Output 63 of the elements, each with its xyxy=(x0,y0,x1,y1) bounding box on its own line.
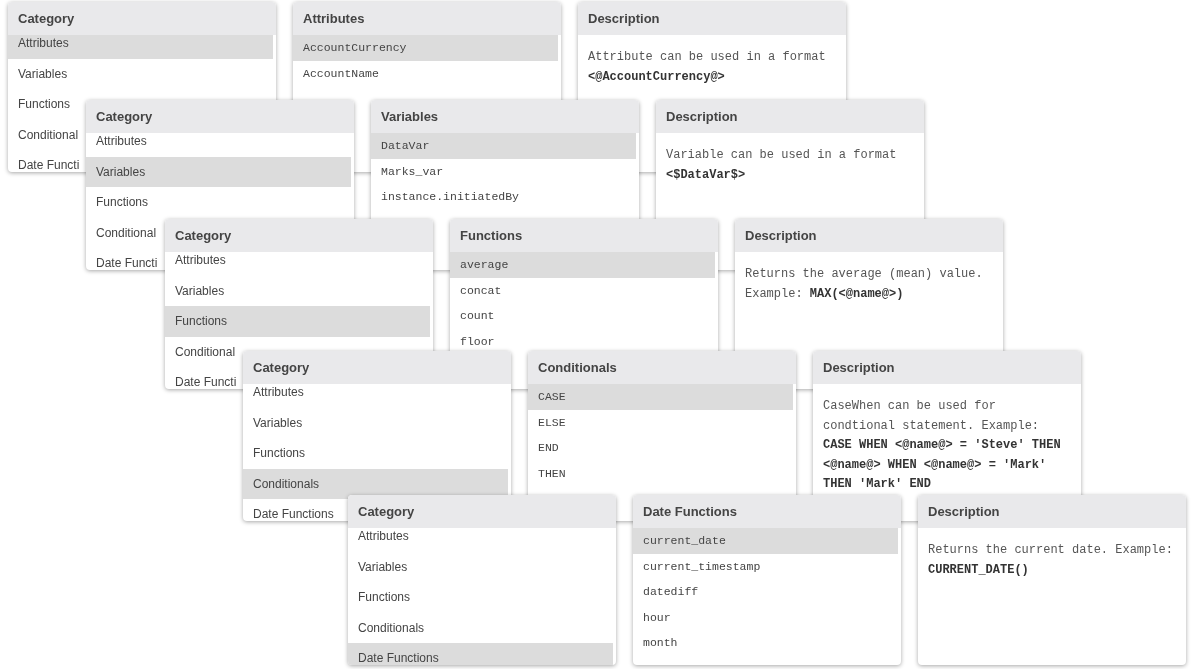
category-item[interactable]: Functions xyxy=(8,89,71,120)
list-item[interactable]: THEN xyxy=(528,460,793,486)
category-item[interactable]: Attributes xyxy=(165,252,226,276)
category-item[interactable]: Functions xyxy=(165,306,430,337)
description-text: Variable can be used in a format <$DataVar$> xyxy=(665,147,898,184)
list-item[interactable]: ELSE xyxy=(528,409,793,435)
category-item[interactable]: Date Functions xyxy=(243,499,334,521)
description-text: CaseWhen can be used for condtional statement. Example: CASE WHEN <@name@> = 'Steve' THEN <@name@> WHEN <@name@> = 'Mark' THEN 'Mark' END xyxy=(822,398,1062,493)
list-item[interactable]: month xyxy=(633,630,898,656)
list-item[interactable]: instance.initiatedBy xyxy=(371,184,636,210)
category-item[interactable]: Conditional xyxy=(8,119,79,150)
list-item[interactable]: count xyxy=(450,303,715,329)
panel-header: Description xyxy=(578,2,846,35)
category-item[interactable]: Functions xyxy=(348,582,411,613)
category-item[interactable]: Conditional xyxy=(86,217,157,248)
category-item[interactable]: Attributes xyxy=(243,384,304,408)
panel-header: Category xyxy=(8,2,276,35)
category-item[interactable]: Variables xyxy=(86,156,351,187)
panel-header: Description xyxy=(813,351,1081,384)
list-item[interactable]: END xyxy=(528,435,793,461)
category-item[interactable]: Date Functi xyxy=(8,150,80,172)
category-item[interactable]: Variables xyxy=(243,407,303,438)
category-item[interactable]: Attributes xyxy=(348,528,409,552)
panel-header: Description xyxy=(735,219,1003,252)
panel-header: Category xyxy=(243,351,511,384)
list-item[interactable]: AccountName xyxy=(293,60,558,86)
panel-header: Category xyxy=(86,100,354,133)
category-item[interactable]: Date Functi xyxy=(165,367,237,389)
category-item[interactable]: Functions xyxy=(86,187,149,218)
list-item[interactable]: average xyxy=(450,252,715,278)
category-item[interactable]: Variables xyxy=(8,58,68,89)
panel-header: Description xyxy=(918,495,1186,528)
panel-header: Category xyxy=(165,219,433,252)
list-item[interactable]: current_date xyxy=(633,528,898,554)
category-item[interactable]: Attributes xyxy=(8,35,273,59)
category-item[interactable]: Conditionals xyxy=(243,468,508,499)
panel-header: Category xyxy=(348,495,616,528)
list-item[interactable]: concat xyxy=(450,277,715,303)
panel-header: Functions xyxy=(450,219,718,252)
description-text: Returns the average (mean) value. Example: MAX(<@name@>) xyxy=(744,266,984,303)
category-item[interactable]: Variables xyxy=(165,275,225,306)
list-item[interactable]: hour xyxy=(633,604,898,630)
category-item[interactable]: Conditional xyxy=(165,336,236,367)
panel-header: Variables xyxy=(371,100,639,133)
list-item[interactable]: Marks_var xyxy=(371,158,636,184)
category-item[interactable]: Functions xyxy=(243,438,306,469)
description-text: Attribute can be used in a format <@AccountCurrency@> xyxy=(587,49,827,86)
list-item[interactable]: current_timestamp xyxy=(633,553,898,579)
list-item[interactable]: AccountCurrency xyxy=(293,35,558,61)
category-item[interactable]: Date Functions xyxy=(348,643,613,665)
category-item[interactable]: Conditionals xyxy=(348,612,425,643)
panel-header: Description xyxy=(656,100,924,133)
list-item[interactable]: CASE xyxy=(528,384,793,410)
description-text: Returns the current date. Example: CURRENT_DATE() xyxy=(927,542,1174,579)
category-item[interactable]: Date Functi xyxy=(86,248,158,270)
list-item[interactable]: floor xyxy=(450,328,715,354)
list-item[interactable]: DataVar xyxy=(371,133,636,159)
panel-header: Date Functions xyxy=(633,495,901,528)
panel-header: Attributes xyxy=(293,2,561,35)
category-item[interactable]: Attributes xyxy=(86,133,147,157)
panel-header: Conditionals xyxy=(528,351,796,384)
category-item[interactable]: Variables xyxy=(348,551,408,582)
list-item[interactable]: datediff xyxy=(633,579,898,605)
